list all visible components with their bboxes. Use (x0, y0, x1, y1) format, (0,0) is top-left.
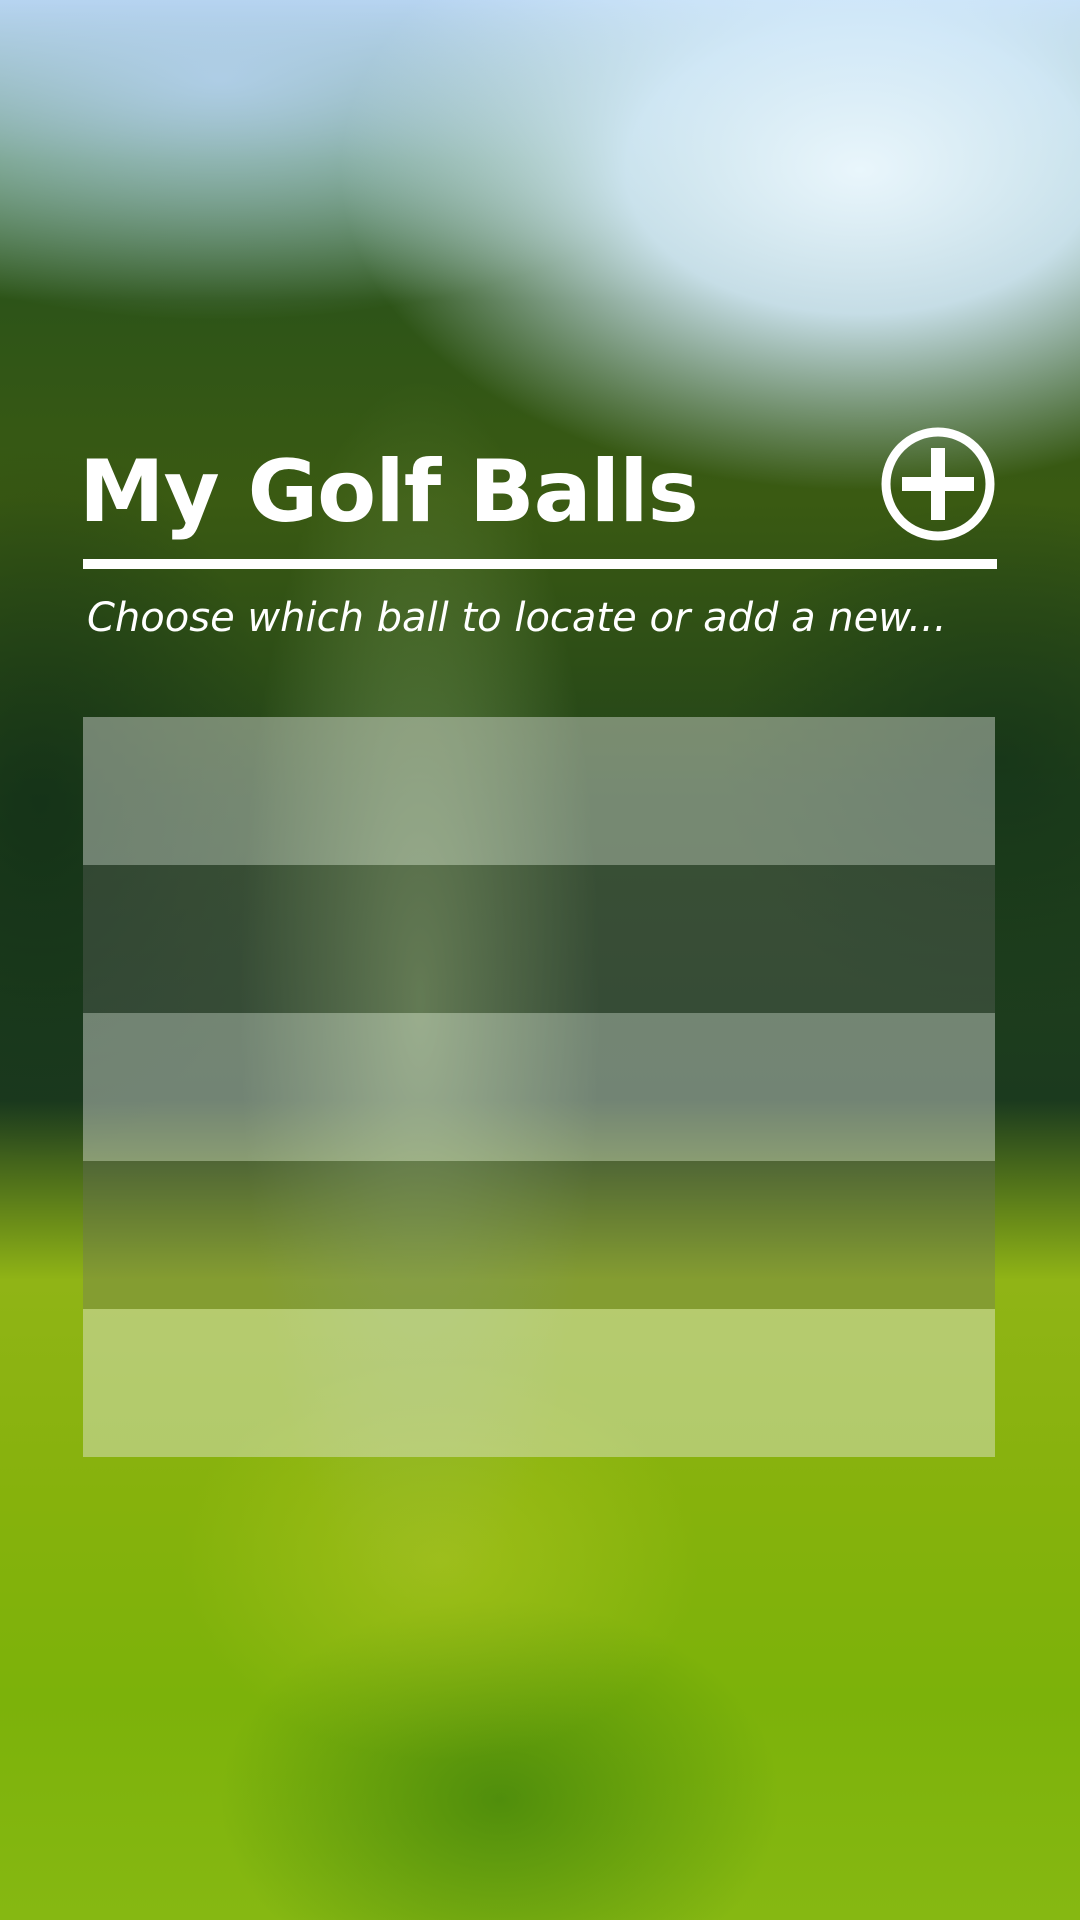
plus-circle-icon (881, 427, 995, 541)
page-title: My Golf Balls (79, 442, 699, 542)
ball-list-item[interactable] (83, 1161, 995, 1309)
add-ball-button[interactable] (880, 426, 996, 542)
header-divider (83, 559, 997, 569)
page-header: My Golf Balls (79, 427, 997, 570)
ball-list-item[interactable] (83, 1013, 995, 1161)
ball-list-item[interactable] (83, 1309, 995, 1457)
instruction-text: Choose which ball to locate or add a new… (87, 595, 947, 641)
ball-list-item[interactable] (83, 717, 995, 865)
golf-ball-list (83, 717, 995, 1457)
ball-list-item[interactable] (83, 865, 995, 1013)
